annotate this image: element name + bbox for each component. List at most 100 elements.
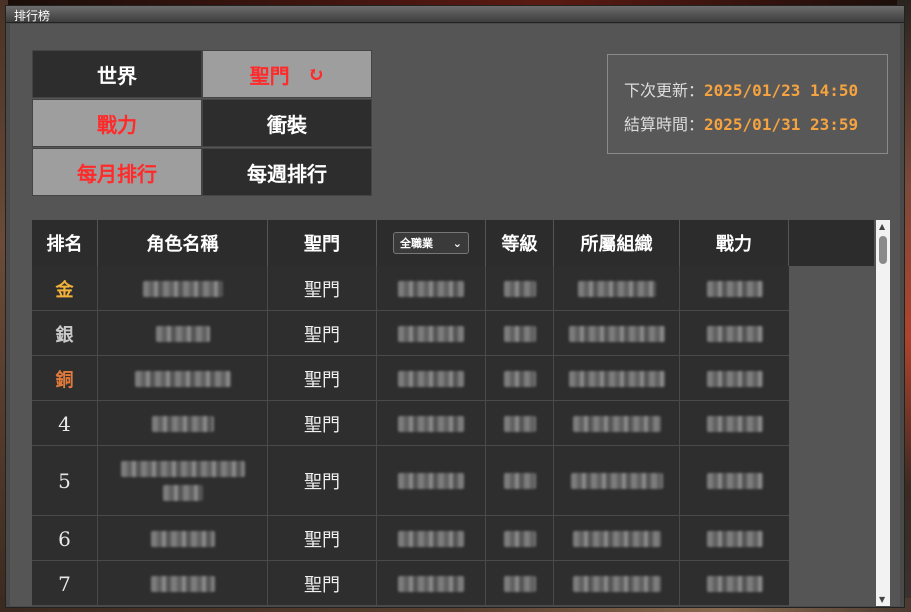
guild-cell	[554, 311, 680, 356]
blurred-name	[134, 370, 231, 387]
rank-number: 7	[58, 571, 71, 596]
header-character-name: 角色名稱	[98, 220, 268, 266]
refresh-icon[interactable]: ↻	[308, 62, 325, 86]
settle-time-label: 結算時間：	[624, 115, 705, 134]
level-cell	[486, 401, 554, 446]
level-cell	[486, 356, 554, 401]
blurred-guild	[572, 530, 661, 547]
next-update-label: 下次更新：	[624, 81, 705, 100]
blurred-name-line2	[162, 485, 203, 501]
faction-cell: 聖門	[268, 446, 377, 516]
table-row[interactable]: 5 聖門	[32, 446, 789, 516]
table-row[interactable]: 4 聖門	[32, 401, 789, 446]
faction-cell: 聖門	[268, 356, 377, 401]
blurred-level	[503, 473, 536, 489]
guild-cell	[554, 516, 680, 561]
ranking-panel: 世界 聖門 ↻ 戰力 衝裝 每月排行 每週排行 下次更新：2025/01/23 …	[10, 24, 900, 606]
header-power: 戰力	[680, 220, 789, 266]
table-row[interactable]: 銅 聖門	[32, 356, 789, 401]
blurred-power	[706, 575, 763, 592]
table-row[interactable]: 6 聖門	[32, 516, 789, 561]
blurred-job	[398, 370, 464, 387]
guild-cell	[554, 356, 680, 401]
job-cell	[377, 561, 486, 606]
settle-time-row: 結算時間：2025/01/31 23:59	[624, 111, 858, 135]
guild-cell	[554, 446, 680, 516]
level-cell	[486, 516, 554, 561]
chevron-down-icon: ⌄	[452, 236, 462, 250]
character-name-cell	[98, 266, 268, 311]
job-filter-select[interactable]: 全職業 ⌄	[393, 232, 469, 254]
job-cell	[377, 446, 486, 516]
window-titlebar[interactable]: 排行榜	[6, 6, 904, 23]
gold-rank-icon: 金	[55, 279, 74, 301]
scroll-up-arrow-icon[interactable]: ▲	[879, 222, 885, 231]
tab-holy-gate-label: 聖門	[249, 63, 290, 88]
scroll-thumb[interactable]	[879, 236, 887, 264]
ranking-window: 排行榜 世界 聖門 ↻ 戰力 衝裝 每月排行 每週排行 下次更新：2025/01…	[5, 5, 905, 608]
faction-cell: 聖門	[268, 516, 377, 561]
next-update-value: 2025/01/23 14:50	[704, 81, 859, 100]
table-row[interactable]: 7 聖門	[32, 561, 789, 606]
table-header: 排名 角色名稱 聖門 全職業 ⌄ 等級 所屬組織 戰力	[32, 220, 874, 266]
faction-cell: 聖門	[268, 266, 377, 311]
faction-text: 聖門	[304, 279, 340, 301]
scroll-down-arrow-icon[interactable]: ▼	[879, 595, 885, 604]
blurred-power	[706, 530, 763, 547]
blurred-guild	[577, 280, 656, 297]
tab-enhance-label: 衝裝	[267, 112, 307, 137]
bronze-rank-icon: 銅	[55, 369, 74, 391]
blurred-name	[142, 280, 223, 297]
window-title: 排行榜	[14, 9, 51, 23]
header-level: 等級	[486, 220, 554, 266]
rank-cell: 5	[32, 446, 98, 516]
table-row[interactable]: 銀 聖門	[32, 311, 789, 356]
blurred-guild	[568, 370, 665, 387]
blurred-job	[398, 575, 464, 592]
tab-holy-gate[interactable]: 聖門 ↻	[202, 50, 372, 98]
character-name-cell	[98, 311, 268, 356]
blurred-job	[398, 530, 464, 547]
rank-cell: 銀	[32, 311, 98, 356]
tab-monthly-ranking[interactable]: 每月排行	[32, 148, 202, 196]
character-name-cell	[98, 401, 268, 446]
table-row[interactable]: 金 聖門	[32, 266, 789, 311]
rank-cell: 4	[32, 401, 98, 446]
level-cell	[486, 561, 554, 606]
power-cell	[680, 401, 789, 446]
tab-weekly-ranking[interactable]: 每週排行	[202, 148, 372, 196]
header-guild: 所屬組織	[554, 220, 680, 266]
table-scrollbar[interactable]: ▲ ▼	[876, 220, 890, 606]
job-cell	[377, 516, 486, 561]
blurred-job	[398, 473, 464, 489]
tab-enhance[interactable]: 衝裝	[202, 99, 372, 147]
power-cell	[680, 446, 789, 516]
next-update-row: 下次更新：2025/01/23 14:50	[624, 77, 858, 101]
faction-text: 聖門	[304, 414, 340, 436]
blurred-power	[706, 415, 763, 432]
blurred-name	[155, 325, 210, 342]
blurred-job	[398, 280, 464, 297]
silver-rank-icon: 銀	[55, 324, 74, 346]
blurred-power	[706, 370, 763, 387]
guild-cell	[554, 561, 680, 606]
job-cell	[377, 311, 486, 356]
job-cell	[377, 356, 486, 401]
level-cell	[486, 311, 554, 356]
blurred-name	[150, 575, 215, 592]
level-cell	[486, 446, 554, 516]
tab-power[interactable]: 戰力	[32, 99, 202, 147]
rank-cell: 6	[32, 516, 98, 561]
update-info-box: 下次更新：2025/01/23 14:50 結算時間：2025/01/31 23…	[607, 54, 888, 154]
rank-cell: 銅	[32, 356, 98, 401]
rank-cell: 金	[32, 266, 98, 311]
blurred-guild	[572, 575, 661, 592]
tab-world[interactable]: 世界	[32, 50, 202, 98]
character-name-cell	[98, 446, 268, 516]
blurred-job	[398, 325, 464, 342]
blurred-guild	[568, 325, 665, 342]
blurred-name	[150, 530, 215, 547]
power-cell	[680, 356, 789, 401]
faction-cell: 聖門	[268, 311, 377, 356]
faction-text: 聖門	[304, 472, 340, 493]
